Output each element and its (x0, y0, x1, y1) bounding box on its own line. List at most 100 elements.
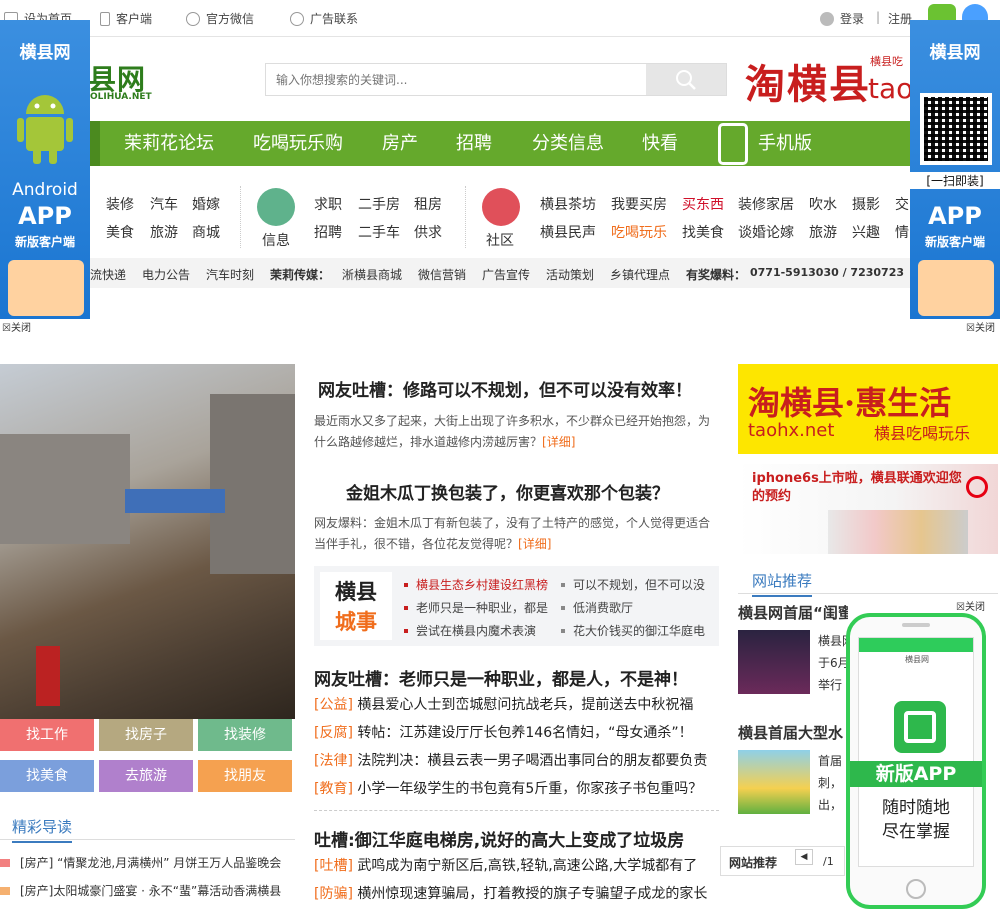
city-item[interactable]: 可以不规划，但不可以没 (561, 576, 705, 593)
featured-row[interactable]: [房产] “情聚龙池,月满横州” 月饼王万人品鉴晚会 (0, 854, 281, 871)
wechat-link[interactable]: 官方微信 (186, 10, 254, 27)
info-icon (257, 188, 295, 226)
rec-thumb-2[interactable] (738, 750, 810, 814)
city-item[interactable]: 低消费歌厅 (561, 599, 633, 616)
cat-hiring[interactable]: 招聘 (314, 222, 342, 242)
separator: | (876, 10, 881, 24)
city-item[interactable]: 横县生态乡村建设红黑榜 (404, 576, 548, 593)
recommend-close[interactable]: ☒关闭 (956, 598, 985, 613)
cat-home-deco[interactable]: 装修家居 (738, 194, 794, 214)
iphone-image (828, 510, 968, 554)
nav-food-fun[interactable]: 吃喝玩乐购 (253, 121, 343, 166)
cat-chat[interactable]: 吹水 (809, 194, 837, 214)
phone-icon (100, 12, 110, 26)
cat-used-house[interactable]: 二手房 (358, 194, 400, 214)
cat-more-1[interactable]: 交 (895, 194, 909, 214)
cat-more-2[interactable]: 情 (895, 222, 909, 242)
featured-row[interactable]: [房产]太阳城豪门盛宴 · 永不“蜚”幕活动香满横县 (0, 882, 281, 899)
right-ad-close[interactable]: ☒关闭 (966, 319, 995, 334)
news-row[interactable]: [公益] 横县爱心人士到峦城慰问抗战老兵，提前送去中秋祝福 (314, 694, 693, 714)
detail-link-2[interactable]: [详细] (518, 537, 551, 551)
divider (314, 810, 719, 811)
news-row[interactable]: [教育] 小学一年级学生的书包竟有5斤重，你家孩子书包重吗？ (314, 778, 702, 798)
find-job-button[interactable]: 找工作 (0, 719, 94, 751)
cat-renovation[interactable]: 装修 (106, 194, 134, 214)
nav-home-tab[interactable] (90, 121, 100, 166)
nav-quicklook[interactable]: 快看 (642, 121, 678, 166)
nav-classifieds[interactable]: 分类信息 (532, 121, 604, 166)
taoban-logo[interactable]: 淘横县 (745, 52, 871, 110)
find-friends-button[interactable]: 找朋友 (198, 760, 292, 792)
featured-photo[interactable] (0, 364, 295, 719)
cat-teahouse[interactable]: 横县茶坊 (540, 194, 596, 214)
nav-jobs[interactable]: 招聘 (456, 121, 492, 166)
news-row[interactable]: [法律] 法院判决：横县云表一男子喝酒出事同台的朋友都要负责 (314, 750, 707, 770)
divider (240, 186, 241, 248)
cat-photo[interactable]: 摄影 (852, 194, 880, 214)
iphone-banner-ad[interactable]: iphone6s上市啦，横县联通欢迎您的预约 (738, 464, 998, 554)
search-button[interactable] (646, 64, 726, 95)
taohx-banner-ad[interactable]: 淘横县·惠生活 taohx.net 横县吃喝玩乐 (738, 364, 998, 454)
subbar-agents[interactable]: 乡镇代理点 (610, 266, 670, 283)
login-link[interactable]: 登录 (820, 10, 864, 27)
cat-used-car[interactable]: 二手车 (358, 222, 400, 242)
nav-mobile[interactable]: 手机版 (758, 121, 812, 166)
ad-contact-link[interactable]: 广告联系 (290, 10, 358, 27)
subbar-mall[interactable]: 淅横县商城 (342, 266, 402, 283)
headline-4[interactable]: 吐槽:御江华庭电梯房,说好的高大上变成了垃圾房 (314, 826, 684, 851)
cat-mall[interactable]: 商城 (192, 222, 220, 242)
register-link[interactable]: 注册 (888, 10, 912, 27)
subbar-express[interactable]: 流快递 (90, 266, 126, 283)
cat-marriage[interactable]: 谈婚论嫁 (738, 222, 794, 242)
city-item[interactable]: 尝试在横县内魔术表演 (404, 622, 536, 639)
cat-voice[interactable]: 横县民声 (540, 222, 596, 242)
ticker-prev-icon[interactable]: ◀ (795, 849, 813, 865)
subbar-power[interactable]: 电力公告 (142, 266, 190, 283)
left-ad-close[interactable]: ☒关闭 (2, 319, 31, 334)
subbar-wechat[interactable]: 微信营销 (418, 266, 466, 283)
find-food-button[interactable]: 找美食 (0, 760, 94, 792)
cat-find-food[interactable]: 找美食 (682, 222, 724, 242)
cat-food[interactable]: 美食 (106, 222, 134, 242)
left-side-ad[interactable]: 横县网 Android APP 新版客户端 (0, 20, 90, 319)
cat-job-seek[interactable]: 求职 (314, 194, 342, 214)
headline-3[interactable]: 网友吐槽：老师只是一种职业，都是人，不是神！ (314, 665, 688, 690)
detail-link-1[interactable]: [详细] (542, 435, 575, 449)
cat-rent[interactable]: 租房 (414, 194, 442, 214)
cat-car[interactable]: 汽车 (150, 194, 178, 214)
nav-property[interactable]: 房产 (382, 121, 418, 166)
subbar-events[interactable]: 活动策划 (546, 266, 594, 283)
headline-1[interactable]: 网友吐槽：修路可以不规划，但不可以没有效率！ (318, 376, 692, 401)
go-travel-button[interactable]: 去旅游 (99, 760, 193, 792)
subbar-tip-label: 有奖爆料： (686, 268, 747, 282)
city-item[interactable]: 花大价钱买的御江华庭电 (561, 622, 705, 639)
subbar-ads[interactable]: 广告宣传 (482, 266, 530, 283)
news-row[interactable]: [反腐] 转帖：江苏建设厅厅长包养146名情妇，“母女通杀”！ (314, 722, 693, 742)
nav-forum[interactable]: 茉莉花论坛 (124, 121, 214, 166)
rec-thumb-1[interactable] (738, 630, 810, 694)
cat-shopping[interactable]: 买东西 (682, 194, 724, 214)
cat-supply[interactable]: 供求 (414, 222, 442, 242)
headline-2[interactable]: 金姐木瓜丁换包装了，你更喜欢那个包装？ (346, 479, 669, 504)
find-house-button[interactable]: 找房子 (99, 719, 193, 751)
left-ad-app: APP (18, 202, 72, 230)
client-link[interactable]: 客户端 (100, 10, 152, 27)
search-input[interactable] (266, 64, 646, 95)
phone-app-name: 横县网 (905, 655, 929, 664)
wechat-icon (186, 12, 200, 26)
subbar-bus[interactable]: 汽车时刻 (206, 266, 254, 283)
cat-travel[interactable]: 旅游 (150, 222, 178, 242)
cat-buy-house[interactable]: 我要买房 (611, 194, 667, 214)
news-row[interactable]: [防骗] 横州惊现速算骗局，打着教授的旗子专骗望子成龙的家长 (314, 883, 719, 903)
cat-eat-play[interactable]: 吃喝玩乐 (611, 222, 667, 242)
right-side-ad[interactable]: 横县网 [一扫即装] APP 新版客户端 (910, 20, 1000, 319)
rec-title-1[interactable]: 横县网首届“闺蜜秀”颁奖典 (738, 602, 848, 623)
cat-wedding[interactable]: 婚嫁 (192, 194, 220, 214)
city-item[interactable]: 老师只是一种职业，都是 (404, 599, 548, 616)
find-renovation-button[interactable]: 找装修 (198, 719, 292, 751)
news-row[interactable]: [吐槽] 武鸣成为南宁新区后,高铁,轻轨,高速公路,大学城都有了 (314, 855, 719, 875)
cat-hobby[interactable]: 兴趣 (852, 222, 880, 242)
cat-travel-2[interactable]: 旅游 (809, 222, 837, 242)
rec-title-2[interactable]: 横县首届大型水 (738, 722, 848, 743)
floating-app-ad[interactable]: 横县网 新版APP 随时随地 尽在掌握 (846, 613, 986, 909)
